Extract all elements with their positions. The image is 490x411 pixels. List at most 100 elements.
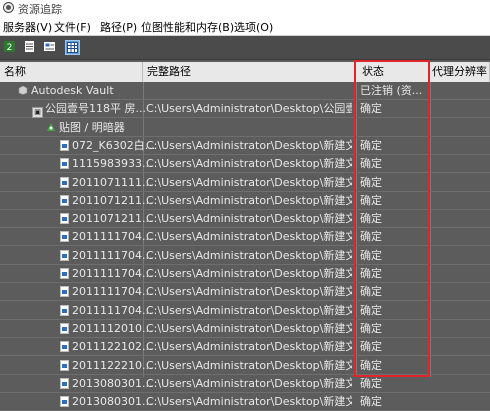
- asset-path-cell: C:\Users\Administrator\Desktop\新建文件...: [146, 359, 352, 372]
- max-scene-icon: ▣: [32, 107, 43, 118]
- table-row[interactable]: 2011111704... C:\Users\Administrator\Desk…: [0, 283, 490, 301]
- asset-name-text: 贴图 / 明暗器: [59, 121, 125, 134]
- asset-path-cell: C:\Users\Administrator\Desktop\新建文件...: [146, 340, 352, 353]
- table-row[interactable]: ▣ 公园壹号118平 房... C:\Users\Administrator\Des…: [0, 100, 490, 118]
- asset-path-cell: C:\Users\Administrator\Desktop\新建文件...: [146, 194, 352, 207]
- asset-proxy-cell: [432, 228, 490, 246]
- bitmap-file-icon: [60, 158, 69, 169]
- asset-name-text: 2011071211...: [72, 194, 153, 207]
- table-row[interactable]: 2011112010... C:\Users\Administrator\Desk…: [0, 320, 490, 338]
- asset-status-cell: [360, 119, 426, 137]
- asset-name-text: 2011111704...: [72, 249, 153, 262]
- asset-proxy-cell: [432, 210, 490, 228]
- asset-path-cell: C:\Users\Administrator\Desktop\新建文件...: [146, 285, 352, 298]
- asset-proxy-cell: [432, 192, 490, 210]
- bitmap-file-icon: [60, 378, 69, 389]
- asset-proxy-cell: [432, 283, 490, 301]
- asset-name-text: 072_K6302白...: [72, 139, 156, 152]
- asset-path-cell: C:\Users\Administrator\Desktop\新建文件...: [146, 304, 352, 317]
- column-name-header[interactable]: 名称: [0, 62, 143, 82]
- asset-status-cell: 确定: [360, 212, 382, 225]
- thumbnail-view-icon: [44, 42, 55, 51]
- thumbnail-view-button[interactable]: [42, 40, 57, 55]
- table-row[interactable]: 2011071211... C:\Users\Administrator\Desk…: [0, 192, 490, 210]
- menu-bar: 服务器(V) 文件(F) 路径(P) 位图性能和内存(B) 选项(O): [0, 16, 490, 36]
- asset-status-cell: 已注销 (资...: [360, 84, 423, 97]
- asset-status-cell: 确定: [360, 139, 382, 152]
- list-view-icon: [25, 41, 34, 52]
- asset-name-text: 2011111704...: [72, 230, 153, 243]
- asset-status-cell: 确定: [360, 340, 382, 353]
- bitmap-file-icon: [60, 305, 69, 316]
- asset-name-text: 2011071111...: [72, 176, 153, 189]
- asset-name-text: Autodesk Vault: [31, 84, 114, 97]
- title-bar: 资源追踪: [0, 0, 490, 16]
- asset-proxy-cell: [432, 393, 490, 411]
- table-row[interactable]: 2013080301... C:\Users\Administrator\Desk…: [0, 375, 490, 393]
- asset-path-cell: C:\Users\Administrator\Desktop\公园壹号1...: [146, 102, 352, 115]
- table-view-button[interactable]: [65, 40, 80, 55]
- asset-name-text: 2013080301...: [72, 395, 153, 408]
- app-icon: [3, 2, 14, 13]
- asset-name-text: 2011071211...: [72, 212, 153, 225]
- bitmap-file-icon: [60, 268, 69, 279]
- vault-server-button[interactable]: 2: [2, 40, 17, 55]
- table-row[interactable]: 2011111704... C:\Users\Administrator\Desk…: [0, 228, 490, 246]
- asset-proxy-cell: [432, 82, 490, 100]
- table-row[interactable]: 2011111704... C:\Users\Administrator\Desk…: [0, 247, 490, 265]
- column-proxy-header[interactable]: 代理分辨率: [430, 62, 490, 82]
- asset-status-cell: 确定: [360, 194, 382, 207]
- menu-options[interactable]: 选项(O): [234, 19, 273, 35]
- bitmap-file-icon: [60, 177, 69, 188]
- asset-proxy-cell: [432, 119, 490, 137]
- toolbar: 2: [0, 36, 490, 60]
- asset-status-cell: 确定: [360, 176, 382, 189]
- asset-path-cell: [146, 119, 352, 137]
- table-row[interactable]: 2011071211... C:\Users\Administrator\Desk…: [0, 210, 490, 228]
- asset-proxy-cell: [432, 265, 490, 283]
- asset-status-cell: 确定: [360, 359, 382, 372]
- maps-shaders-icon: [46, 120, 56, 131]
- asset-path-cell: C:\Users\Administrator\Desktop\新建文件...: [146, 395, 352, 408]
- asset-path-cell: C:\Users\Administrator\Desktop\新建文件...: [146, 377, 352, 390]
- menu-bitmap-performance[interactable]: 位图性能和内存(B): [141, 19, 234, 35]
- table-view-icon: [67, 42, 78, 53]
- bitmap-file-icon: [60, 250, 69, 261]
- asset-status-cell: 确定: [360, 230, 382, 243]
- asset-proxy-cell: [432, 174, 490, 192]
- table-row[interactable]: 2013080301... C:\Users\Administrator\Desk…: [0, 393, 490, 411]
- asset-status-cell: 确定: [360, 285, 382, 298]
- menu-path[interactable]: 路径(P): [100, 19, 137, 35]
- menu-server[interactable]: 服务器(V): [3, 19, 52, 35]
- asset-table: Autodesk Vault 已注销 (资... ▣ 公园壹号118平 房... C:\…: [0, 82, 490, 411]
- window-title: 资源追踪: [18, 3, 62, 16]
- menu-file[interactable]: 文件(F): [54, 19, 91, 35]
- table-row[interactable]: 2011111704... C:\Users\Administrator\Desk…: [0, 265, 490, 283]
- asset-proxy-cell: [432, 247, 490, 265]
- asset-path-cell: C:\Users\Administrator\Desktop\新建文件...: [146, 176, 352, 189]
- asset-name-text: 公园壹号118平 房...: [45, 102, 146, 115]
- table-row[interactable]: 2011071111... C:\Users\Administrator\Desk…: [0, 174, 490, 192]
- bitmap-file-icon: [60, 213, 69, 224]
- asset-proxy-cell: [432, 137, 490, 155]
- vault-server-icon: 2: [4, 41, 15, 53]
- table-row[interactable]: Autodesk Vault 已注销 (资...: [0, 82, 490, 100]
- bitmap-file-icon: [60, 195, 69, 206]
- asset-status-cell: 确定: [360, 102, 382, 115]
- table-row[interactable]: 2011122102... C:\Users\Administrator\Desk…: [0, 338, 490, 356]
- table-row[interactable]: 2011122210... C:\Users\Administrator\Desk…: [0, 357, 490, 375]
- table-row[interactable]: 贴图 / 明暗器: [0, 119, 490, 137]
- asset-name-text: 2011122210...: [72, 359, 153, 372]
- bitmap-file-icon: [60, 231, 69, 242]
- asset-status-cell: 确定: [360, 157, 382, 170]
- asset-status-cell: 确定: [360, 304, 382, 317]
- asset-status-cell: 确定: [360, 249, 382, 262]
- asset-status-cell: 确定: [360, 395, 382, 408]
- table-row[interactable]: 1115983933... C:\Users\Administrator\Desk…: [0, 155, 490, 173]
- asset-proxy-cell: [432, 375, 490, 393]
- table-row[interactable]: 2011111704... C:\Users\Administrator\Desk…: [0, 302, 490, 320]
- list-view-button[interactable]: [22, 40, 37, 55]
- column-path-header[interactable]: 完整路径: [143, 62, 356, 82]
- table-row[interactable]: 072_K6302白... C:\Users\Administrator\Desk…: [0, 137, 490, 155]
- column-status-header[interactable]: 状态: [356, 62, 430, 82]
